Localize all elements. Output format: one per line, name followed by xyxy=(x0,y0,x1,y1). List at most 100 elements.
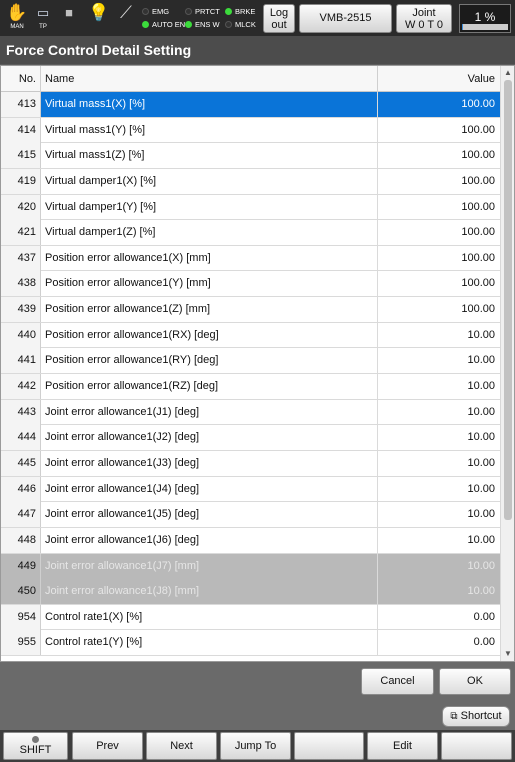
column-header-no[interactable]: No. xyxy=(1,66,41,92)
function-key-5[interactable] xyxy=(294,732,364,760)
hand-icon[interactable]: ✋ MAN xyxy=(4,3,30,33)
row-number: 442 xyxy=(1,374,41,400)
row-value[interactable]: 10.00 xyxy=(378,553,500,579)
table-row[interactable]: 448 Joint error allowance1(J6) [deg] 10.00 xyxy=(1,527,500,554)
row-name: Joint error allowance1(J1) [deg] xyxy=(41,399,378,425)
column-header-value[interactable]: Value xyxy=(378,66,500,92)
table-row[interactable]: 445 Joint error allowance1(J3) [deg] 10.00 xyxy=(1,450,500,477)
indicator-ens-w: ENS W xyxy=(185,20,220,30)
table-row[interactable]: 450 Joint error allowance1(J8) [mm] 10.00 xyxy=(1,579,500,605)
row-value[interactable]: 100.00 xyxy=(378,92,500,117)
row-value[interactable]: 10.00 xyxy=(378,528,500,553)
row-value[interactable]: 100.00 xyxy=(378,169,500,194)
shift-key[interactable]: SHIFT xyxy=(3,732,68,760)
table-row[interactable]: 415 Virtual mass1(Z) [%] 100.00 xyxy=(1,143,500,169)
table-row[interactable]: 438 Position error allowance1(Y) [mm] 100.… xyxy=(1,271,500,298)
robot-model-button[interactable]: VMB-2515 xyxy=(299,4,392,33)
scrollbar-thumb[interactable] xyxy=(504,80,512,520)
table-header: No. Name Value xyxy=(1,66,500,92)
speed-value: 1 % xyxy=(474,10,496,24)
table-row[interactable]: 420 Virtual damper1(Y) [%] 100.00 xyxy=(1,194,500,221)
shortcut-button[interactable]: ⧉ Shortcut xyxy=(442,706,510,727)
teach-pendant-icon[interactable]: ▭ TP xyxy=(30,3,56,33)
column-header-name[interactable]: Name xyxy=(41,66,378,92)
row-number: 443 xyxy=(1,399,41,425)
edit-key[interactable]: Edit xyxy=(367,732,438,760)
jump-to-key[interactable]: Jump To xyxy=(220,732,291,760)
row-name: Joint error allowance1(J6) [deg] xyxy=(41,527,378,553)
table-row[interactable]: 444 Joint error allowance1(J2) [deg] 10.00 xyxy=(1,425,500,451)
stop-icon[interactable]: ■ xyxy=(56,3,82,33)
table-row[interactable]: 954 Control rate1(X) [%] 0.00 xyxy=(1,604,500,631)
row-value[interactable]: 100.00 xyxy=(378,297,500,322)
ok-button[interactable]: OK xyxy=(439,668,511,695)
shortcut-icon: ⧉ xyxy=(450,711,458,722)
row-value[interactable]: 10.00 xyxy=(378,374,500,399)
row-value[interactable]: 100.00 xyxy=(378,220,500,245)
row-name: Joint error allowance1(J2) [deg] xyxy=(41,425,378,451)
row-number: 447 xyxy=(1,502,41,528)
row-value[interactable]: 10.00 xyxy=(378,579,500,605)
lightbulb-icon[interactable]: 💡 xyxy=(86,3,112,33)
function-key-7[interactable] xyxy=(441,732,512,760)
indicator-auto-en: AUTO EN xyxy=(142,20,185,30)
row-value[interactable]: 100.00 xyxy=(378,271,500,296)
table-row[interactable]: 440 Position error allowance1(RX) [deg] 10… xyxy=(1,322,500,349)
row-name: Virtual damper1(Y) [%] xyxy=(41,194,378,220)
row-value[interactable]: 0.00 xyxy=(378,630,500,655)
row-value[interactable]: 10.00 xyxy=(378,323,500,348)
row-number: 414 xyxy=(1,117,41,143)
row-value[interactable]: 10.00 xyxy=(378,348,500,373)
joint-coordinate-button[interactable]: Joint W 0 T 0 xyxy=(396,4,452,33)
row-value[interactable]: 10.00 xyxy=(378,425,500,450)
row-name: Position error allowance1(Y) [mm] xyxy=(41,271,378,297)
row-name: Position error allowance1(RY) [deg] xyxy=(41,348,378,374)
scroll-down-icon[interactable]: ▼ xyxy=(501,648,514,660)
table-row[interactable]: 449 Joint error allowance1(J7) [mm] 10.00 xyxy=(1,553,500,580)
table-row[interactable]: 414 Virtual mass1(Y) [%] 100.00 xyxy=(1,117,500,144)
table-row[interactable]: 447 Joint error allowance1(J5) [deg] 10.00 xyxy=(1,502,500,528)
next-key[interactable]: Next xyxy=(146,732,217,760)
function-key-bar: SHIFT Prev Next Jump To Edit xyxy=(0,730,515,762)
table-body: 413 Virtual mass1(X) [%] 100.00 414 Virtual … xyxy=(1,92,500,657)
row-value[interactable]: 100.00 xyxy=(378,246,500,271)
table-row[interactable]: 955 Control rate1(Y) [%] 0.00 xyxy=(1,630,500,657)
table-row[interactable]: 446 Joint error allowance1(J4) [deg] 10.00 xyxy=(1,476,500,503)
row-number: 421 xyxy=(1,220,41,246)
row-value[interactable]: 10.00 xyxy=(378,451,500,476)
row-name: Virtual damper1(X) [%] xyxy=(41,168,378,194)
row-name: Position error allowance1(RZ) [deg] xyxy=(41,374,378,400)
row-value[interactable]: 100.00 xyxy=(378,195,500,220)
row-value[interactable]: 10.00 xyxy=(378,502,500,527)
wrench-icon[interactable]: ⟋ xyxy=(113,3,139,33)
table-row[interactable]: 437 Position error allowance1(X) [mm] 100.… xyxy=(1,245,500,272)
row-number: 450 xyxy=(1,579,41,605)
table-row[interactable]: 419 Virtual damper1(X) [%] 100.00 xyxy=(1,168,500,195)
row-number: 954 xyxy=(1,604,41,630)
table-row[interactable]: 413 Virtual mass1(X) [%] 100.00 xyxy=(1,92,500,118)
row-name: Virtual mass1(Z) [%] xyxy=(41,143,378,169)
parameter-table: No. Name Value 413 Virtual mass1(X) [%] 10… xyxy=(0,65,515,662)
prev-key[interactable]: Prev xyxy=(72,732,143,760)
logout-button[interactable]: Log out xyxy=(263,4,295,33)
table-row[interactable]: 421 Virtual damper1(Z) [%] 100.00 xyxy=(1,220,500,246)
row-value[interactable]: 0.00 xyxy=(378,605,500,630)
row-number: 439 xyxy=(1,297,41,323)
speed-override[interactable]: 1 % xyxy=(459,4,511,33)
cancel-button[interactable]: Cancel xyxy=(361,668,434,695)
table-row[interactable]: 443 Joint error allowance1(J1) [deg] 10.00 xyxy=(1,399,500,426)
row-name: Position error allowance1(X) [mm] xyxy=(41,245,378,271)
table-row[interactable]: 441 Position error allowance1(RY) [deg] 10… xyxy=(1,348,500,375)
row-value[interactable]: 10.00 xyxy=(378,400,500,425)
row-value[interactable]: 10.00 xyxy=(378,477,500,502)
row-value[interactable]: 100.00 xyxy=(378,143,500,168)
row-value[interactable]: 100.00 xyxy=(378,118,500,143)
vertical-scrollbar[interactable]: ▲ ▼ xyxy=(500,66,514,661)
row-name: Control rate1(X) [%] xyxy=(41,604,378,630)
scroll-up-icon[interactable]: ▲ xyxy=(501,67,514,79)
row-number: 445 xyxy=(1,450,41,476)
row-number: 420 xyxy=(1,194,41,220)
table-row[interactable]: 439 Position error allowance1(Z) [mm] 100.… xyxy=(1,297,500,323)
row-number: 446 xyxy=(1,476,41,502)
table-row[interactable]: 442 Position error allowance1(RZ) [deg] 10… xyxy=(1,374,500,400)
